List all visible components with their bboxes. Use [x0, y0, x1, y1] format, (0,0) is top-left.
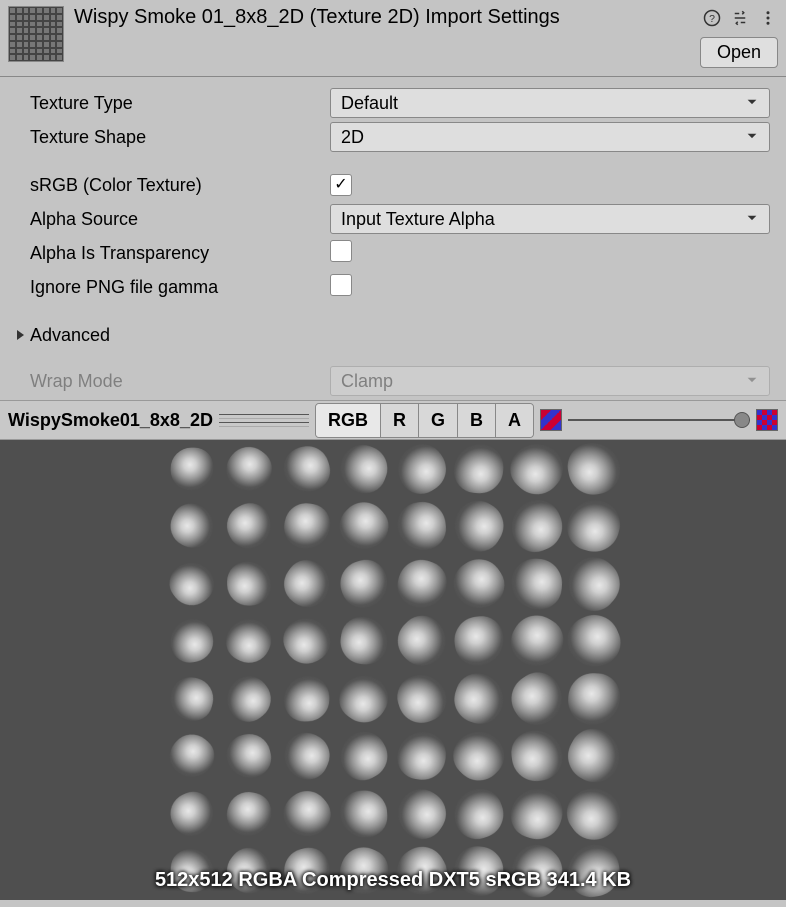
srgb-label: sRGB (Color Texture) [30, 175, 330, 196]
inspector-title: Wispy Smoke 01_8x8_2D (Texture 2D) Impor… [74, 6, 694, 29]
texture-shape-value: 2D [341, 127, 364, 148]
open-button[interactable]: Open [700, 37, 778, 68]
srgb-checkbox[interactable] [330, 174, 352, 196]
texture-type-value: Default [341, 93, 398, 114]
texture-atlas [163, 440, 623, 900]
preview-info-text: 512x512 RGBA Compressed DXT5 sRGB 341.4 … [0, 869, 786, 892]
preview-drag-handle[interactable] [219, 414, 309, 427]
alpha-source-value: Input Texture Alpha [341, 209, 495, 230]
texture-shape-label: Texture Shape [30, 127, 330, 148]
svg-text:?: ? [709, 12, 715, 24]
channel-b[interactable]: B [458, 404, 496, 437]
channel-a[interactable]: A [496, 404, 533, 437]
alpha-source-label: Alpha Source [30, 209, 330, 230]
channel-selector: RGB R G B A [315, 403, 534, 438]
texture-type-label: Texture Type [30, 93, 330, 114]
preview-asset-name: WispySmoke01_8x8_2D [8, 410, 213, 431]
context-menu-icon[interactable] [758, 8, 778, 28]
chevron-down-icon [745, 209, 759, 230]
advanced-foldout[interactable]: Advanced [6, 319, 778, 351]
advanced-label: Advanced [30, 325, 110, 346]
alpha-source-dropdown[interactable]: Input Texture Alpha [330, 204, 770, 234]
chevron-down-icon [745, 93, 759, 114]
mip-slider[interactable] [568, 419, 750, 421]
preview-alpha-toggle[interactable] [756, 409, 778, 431]
preset-icon[interactable] [730, 8, 750, 28]
alpha-is-transparency-checkbox[interactable] [330, 240, 352, 262]
inspector-header: Wispy Smoke 01_8x8_2D (Texture 2D) Impor… [0, 0, 786, 72]
alpha-is-transparency-label: Alpha Is Transparency [30, 243, 330, 264]
chevron-down-icon [745, 371, 759, 392]
texture-preview-panel: WispySmoke01_8x8_2D RGB R G B A 512x512 … [0, 400, 786, 900]
preview-header: WispySmoke01_8x8_2D RGB R G B A [0, 400, 786, 440]
preview-viewport[interactable]: 512x512 RGBA Compressed DXT5 sRGB 341.4 … [0, 440, 786, 900]
ignore-png-gamma-checkbox[interactable] [330, 274, 352, 296]
preview-background-toggle[interactable] [540, 409, 562, 431]
wrap-mode-value: Clamp [341, 371, 393, 392]
wrap-mode-label: Wrap Mode [30, 371, 330, 392]
channel-g[interactable]: G [419, 404, 458, 437]
channel-rgb[interactable]: RGB [316, 404, 381, 437]
channel-r[interactable]: R [381, 404, 419, 437]
import-settings-form: Texture Type Default Texture Shape 2D sR… [0, 77, 786, 397]
texture-shape-dropdown[interactable]: 2D [330, 122, 770, 152]
texture-type-dropdown[interactable]: Default [330, 88, 770, 118]
mip-slider-handle[interactable] [734, 412, 750, 428]
chevron-down-icon [745, 127, 759, 148]
asset-thumbnail [8, 6, 64, 62]
wrap-mode-dropdown[interactable]: Clamp [330, 366, 770, 396]
ignore-png-gamma-label: Ignore PNG file gamma [30, 277, 330, 298]
help-icon[interactable]: ? [702, 8, 722, 28]
